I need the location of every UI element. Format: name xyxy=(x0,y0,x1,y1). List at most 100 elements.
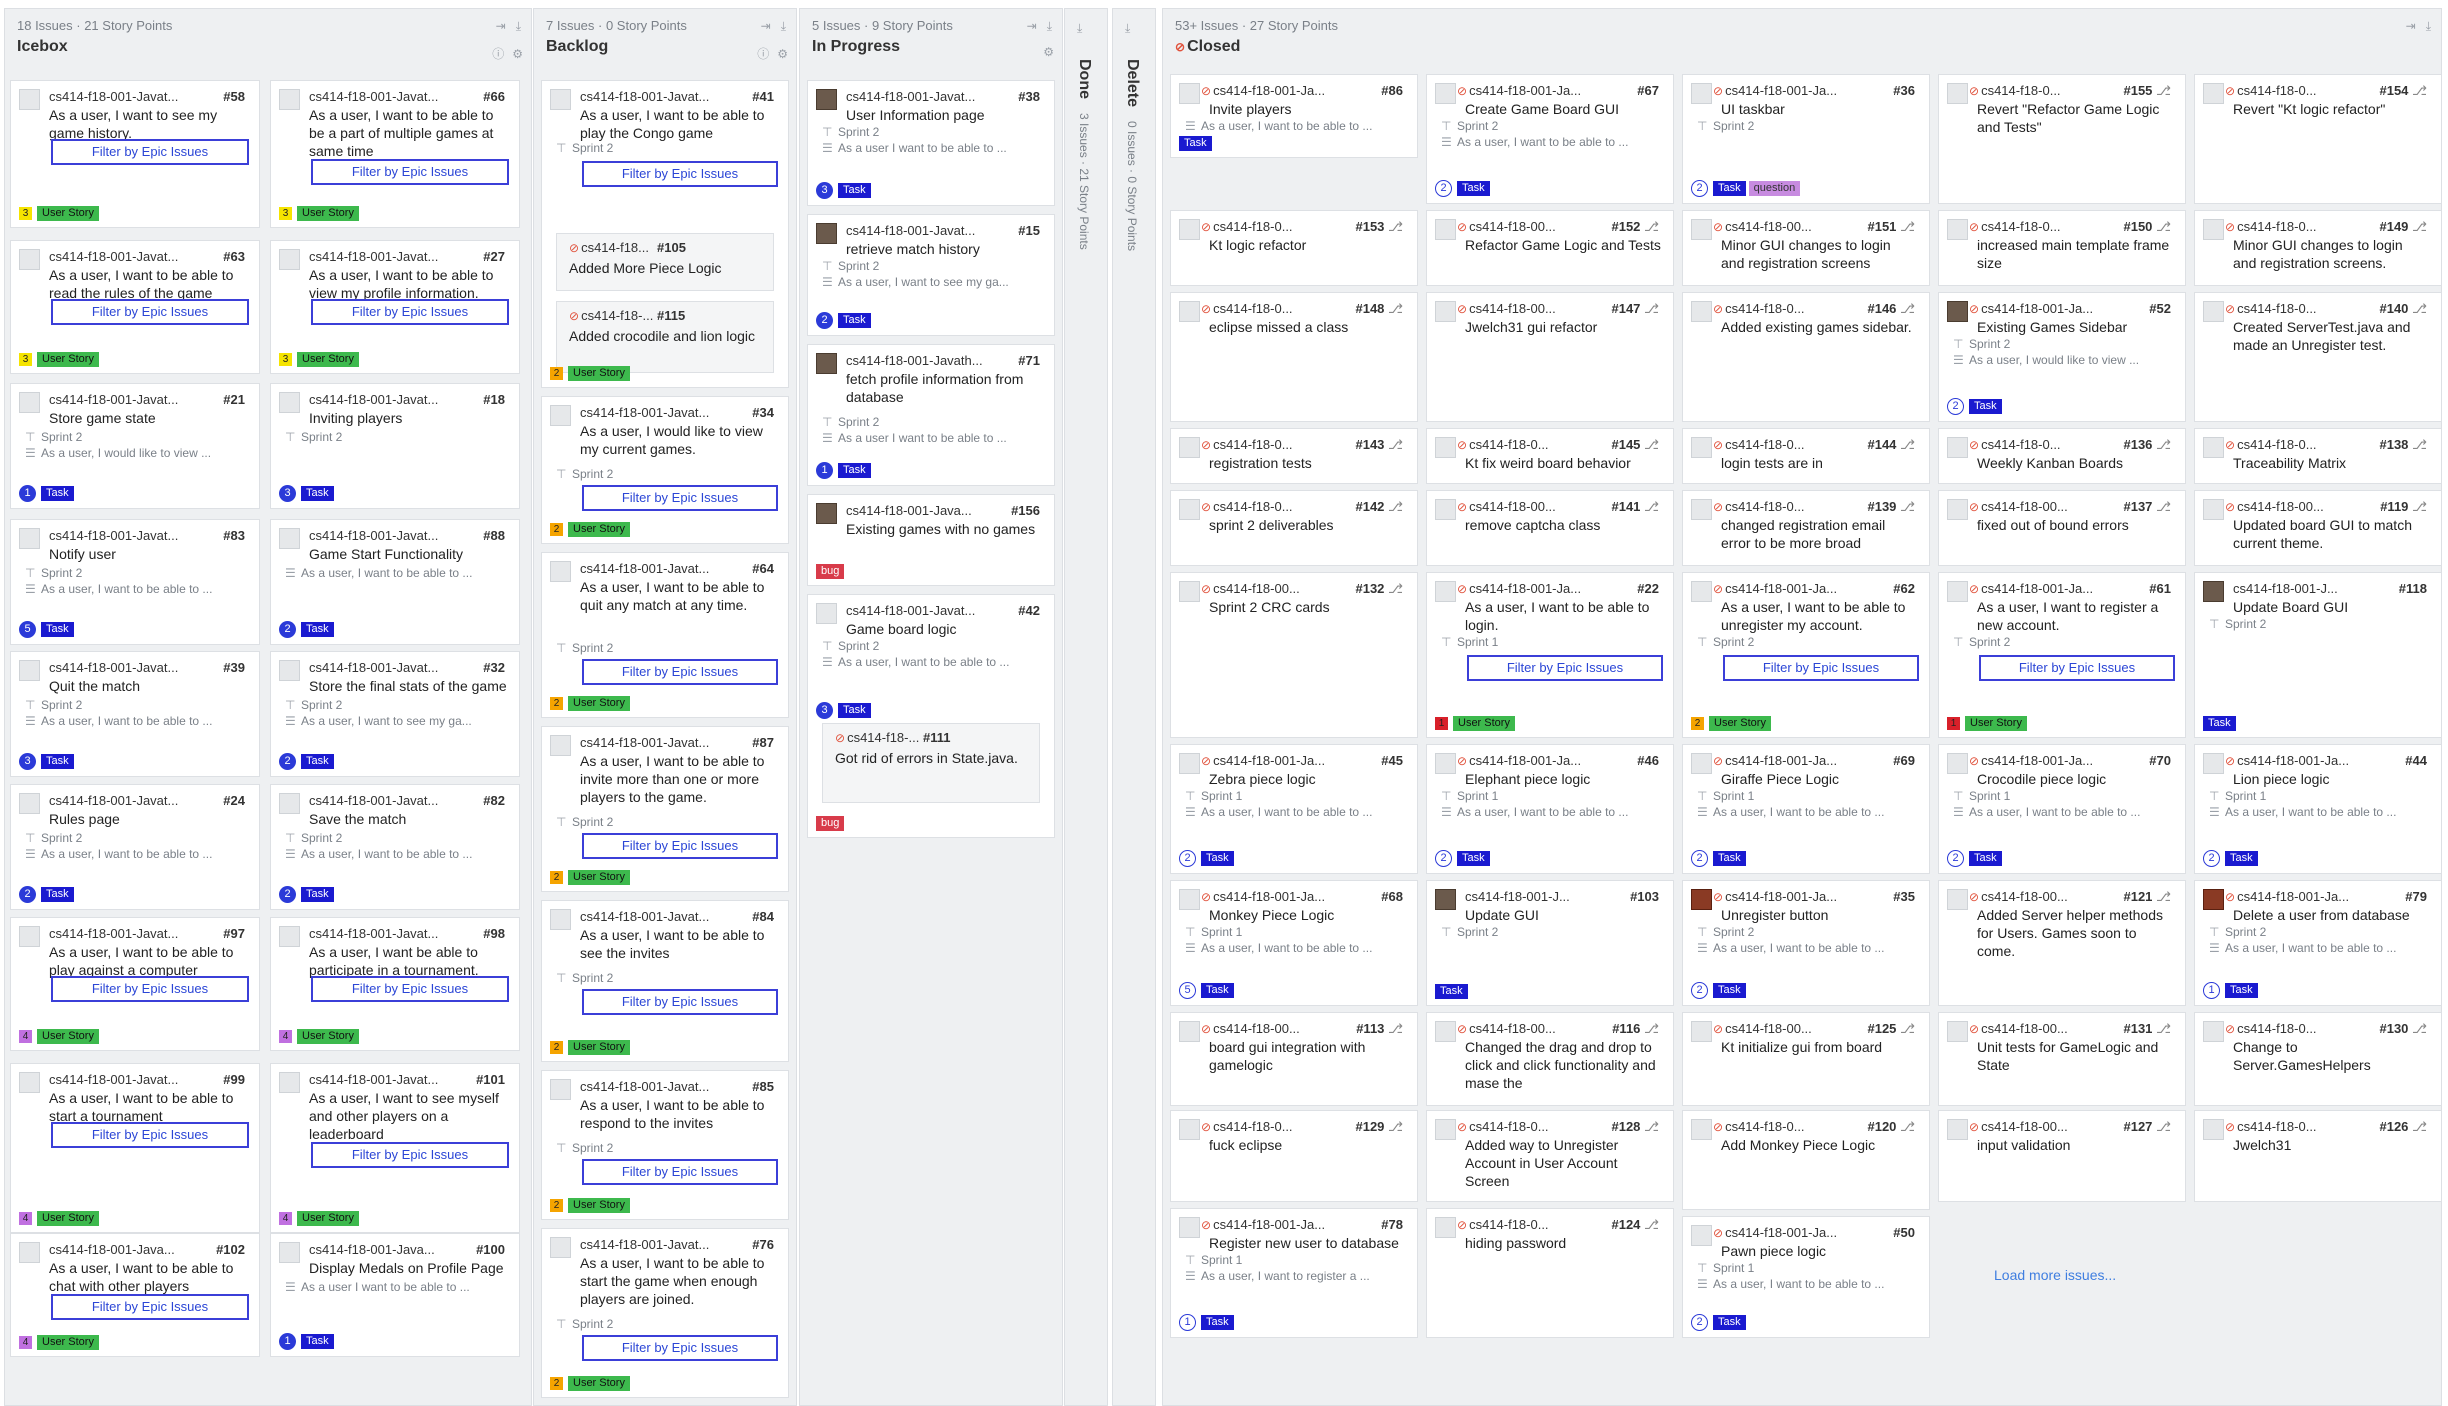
issue-ref[interactable]: ⊘ cs414-f18-0... xyxy=(1201,219,1361,234)
task-label[interactable]: Task xyxy=(1969,851,2002,866)
issue-ref[interactable]: cs414-f18-001-Java... xyxy=(846,503,1006,518)
task-label[interactable]: Task xyxy=(2225,851,2258,866)
issue-number[interactable]: #116 ⎇ xyxy=(1612,1021,1659,1037)
issue-title[interactable]: Changed the drag and drop to click and c… xyxy=(1465,1038,1661,1092)
issue-number[interactable]: #136 ⎇ xyxy=(2123,437,2171,453)
issue-number[interactable]: #155 ⎇ xyxy=(2123,83,2171,99)
issue-card[interactable]: cs414-f18-001-Java... #102 As a user, I wa… xyxy=(10,1233,260,1357)
issue-card[interactable]: ⊘ cs414-f18-00... #113 ⎇ board gui integrat… xyxy=(1170,1012,1418,1106)
issue-ref[interactable]: cs414-f18-001-Javat... xyxy=(846,223,1006,238)
issue-number[interactable]: #120 ⎇ xyxy=(1867,1119,1915,1135)
issue-ref[interactable]: cs414-f18-001-J... xyxy=(2233,581,2393,596)
user-story-label[interactable]: User Story xyxy=(37,1029,99,1044)
issue-card[interactable]: ⊘ cs414-f18-0... #144 ⎇ login tests are in xyxy=(1682,428,1930,484)
issue-card[interactable]: ⊘ cs414-f18-001-Ja... #79 Delete a user fro… xyxy=(2194,880,2442,1006)
issue-number[interactable]: #102 xyxy=(216,1242,245,1257)
issue-card[interactable]: ⊘ cs414-f18-001-Ja... #44 Lion piece logic ⊤… xyxy=(2194,744,2442,874)
issue-number[interactable]: #100 xyxy=(476,1242,505,1257)
issue-number[interactable]: #38 xyxy=(1018,89,1040,104)
issue-title[interactable]: User Information page xyxy=(846,106,1042,124)
issue-card[interactable]: cs414-f18-001-Javat... #34 As a user, I wo… xyxy=(541,396,789,544)
question-label[interactable]: question xyxy=(1748,181,1801,196)
issue-title[interactable]: fuck eclipse xyxy=(1209,1136,1405,1154)
issue-title[interactable]: Game board logic xyxy=(846,620,1042,638)
issue-ref[interactable]: ⊘ cs414-f18-0... xyxy=(2225,83,2385,98)
issue-card[interactable]: cs414-f18-001-Javat... #101 As a user, I w… xyxy=(270,1063,520,1233)
issue-ref[interactable]: ⊘ cs414-f18-0... xyxy=(1969,437,2129,452)
issue-number[interactable]: #97 xyxy=(223,926,245,941)
issue-number[interactable]: #42 xyxy=(1018,603,1040,618)
issue-number[interactable]: #71 xyxy=(1018,353,1040,368)
issue-card[interactable]: ⊘ cs414-f18-00... #151 ⎇ Minor GUI changes … xyxy=(1682,210,1930,286)
issue-ref[interactable]: cs414-f18-001-Javat... xyxy=(49,528,209,543)
issue-ref[interactable]: ⊘ cs414-f18-0... xyxy=(2225,301,2385,316)
issue-card[interactable]: ⊘ cs414-f18-0... #124 ⎇ hiding password xyxy=(1426,1208,1674,1338)
filter-epic-button[interactable]: Filter by Epic Issues xyxy=(582,1159,778,1185)
issue-card[interactable]: cs414-f18-001-Javat... #42 Game board logi… xyxy=(807,594,1055,838)
issue-ref[interactable]: ⊘ cs414-f18-0... xyxy=(1201,301,1361,316)
issue-number[interactable]: #98 xyxy=(483,926,505,941)
issue-ref[interactable]: cs414-f18-001-Javat... xyxy=(580,89,740,104)
task-label[interactable]: Task xyxy=(301,1334,334,1349)
task-label[interactable]: Task xyxy=(41,622,74,637)
issue-card[interactable]: ⊘ cs414-f18-0... #140 ⎇ Created ServerTest.… xyxy=(2194,292,2442,422)
user-story-label[interactable]: User Story xyxy=(568,1040,630,1055)
issue-title[interactable]: remove captcha class xyxy=(1465,516,1661,534)
issue-number[interactable]: #152 ⎇ xyxy=(1611,219,1659,235)
issue-title[interactable]: Added Server helper methods for Users. G… xyxy=(1977,906,2173,960)
issue-card[interactable]: ⊘ cs414-f18-001-Ja... #67 Create Game Board… xyxy=(1426,74,1674,204)
issue-ref[interactable]: cs414-f18-001-Javat... xyxy=(580,735,740,750)
issue-title[interactable]: Pawn piece logic xyxy=(1721,1242,1917,1260)
issue-number[interactable]: #156 xyxy=(1011,503,1040,518)
filter-epic-button[interactable]: Filter by Epic Issues xyxy=(51,299,249,325)
user-story-label[interactable]: User Story xyxy=(568,870,630,885)
issue-ref[interactable]: cs414-f18-001-Javat... xyxy=(49,89,209,104)
issue-ref[interactable]: cs414-f18-001-Javat... xyxy=(49,392,209,407)
issue-ref[interactable]: ⊘ cs414-f18-00... xyxy=(1969,1119,2129,1134)
filter-epic-button[interactable]: Filter by Epic Issues xyxy=(582,659,778,685)
issue-title[interactable]: As a user, I want to be able to view my … xyxy=(309,266,507,302)
issue-ref[interactable]: ⊘ cs414-f18-0... xyxy=(1969,219,2129,234)
issue-card[interactable]: ⊘ cs414-f18-001-Ja... #22 As a user, I want… xyxy=(1426,572,1674,738)
issue-ref[interactable]: ⊘ cs414-f18-00... xyxy=(1713,1021,1873,1036)
issue-ref[interactable]: ⊘ cs414-f18-0... xyxy=(1713,437,1873,452)
issue-number[interactable]: #140 ⎇ xyxy=(2379,301,2427,317)
issue-card[interactable]: cs414-f18-001-Javat... #84 As a user, I wa… xyxy=(541,900,789,1062)
issue-number[interactable]: #119 ⎇ xyxy=(2380,499,2427,515)
filter-epic-button[interactable]: Filter by Epic Issues xyxy=(1467,655,1663,681)
issue-title[interactable]: Update GUI xyxy=(1465,906,1661,924)
issue-card[interactable]: cs414-f18-001-Java... #100 Display Medals … xyxy=(270,1233,520,1357)
issue-card[interactable]: ⊘ cs414-f18-001-Ja... #69 Giraffe Piece Log… xyxy=(1682,744,1930,874)
issue-ref[interactable]: ⊘ cs414-f18-0... xyxy=(1713,499,1873,514)
issue-title[interactable]: Existing Games Sidebar xyxy=(1977,318,2173,336)
issue-title[interactable]: Notify user xyxy=(49,545,247,563)
issue-ref[interactable]: ⊘ cs414-f18-00... xyxy=(1457,219,1617,234)
issue-number[interactable]: #78 xyxy=(1381,1217,1403,1232)
filter-epic-button[interactable]: Filter by Epic Issues xyxy=(311,976,509,1002)
issue-number[interactable]: #142 ⎇ xyxy=(1355,499,1403,515)
info-icon[interactable]: ⓘ xyxy=(757,47,769,61)
issue-ref[interactable]: ⊘ cs414-f18-001-Ja... xyxy=(2225,753,2385,768)
issue-title[interactable]: Change to Server.GamesHelpers xyxy=(2233,1038,2429,1074)
task-label[interactable]: Task xyxy=(301,622,334,637)
issue-ref[interactable]: ⊘ cs414-f18-00... xyxy=(1969,889,2129,904)
issue-card[interactable]: ⊘ cs414-f18-001-Ja... #78 Register new user… xyxy=(1170,1208,1418,1338)
issue-title[interactable]: Invite players xyxy=(1209,100,1405,118)
task-label[interactable]: Task xyxy=(1201,1315,1234,1330)
issue-ref[interactable]: ⊘ cs414-f18-0... xyxy=(1201,1119,1361,1134)
issue-number[interactable]: #126 ⎇ xyxy=(2379,1119,2427,1135)
issue-ref[interactable]: cs414-f18-001-Javat... xyxy=(309,89,469,104)
pin-icon[interactable]: ⤓ xyxy=(1077,21,1082,36)
issue-title[interactable]: As a user, I want to be able to start a … xyxy=(49,1089,247,1125)
issue-card[interactable]: cs414-f18-001-Javat... #76 As a user, I wa… xyxy=(541,1228,789,1398)
issue-ref[interactable]: ⊘ cs414-f18-0... xyxy=(1201,499,1361,514)
user-story-label[interactable]: User Story xyxy=(37,352,99,367)
issue-title[interactable]: Sprint 2 CRC cards xyxy=(1209,598,1405,616)
task-label[interactable]: Task xyxy=(41,754,74,769)
issue-ref[interactable]: ⊘ cs414-f18-00... xyxy=(1201,1021,1361,1036)
issue-title[interactable]: Delete a user from database xyxy=(2233,906,2429,924)
issue-title[interactable]: Add Monkey Piece Logic xyxy=(1721,1136,1917,1154)
issue-title[interactable]: As a user, I would like to view my curre… xyxy=(580,422,776,458)
issue-ref[interactable]: ⊘ cs414-f18-001-Ja... xyxy=(2225,889,2385,904)
issue-card[interactable]: cs414-f18-001-Javat... #21 Store game stat… xyxy=(10,383,260,509)
